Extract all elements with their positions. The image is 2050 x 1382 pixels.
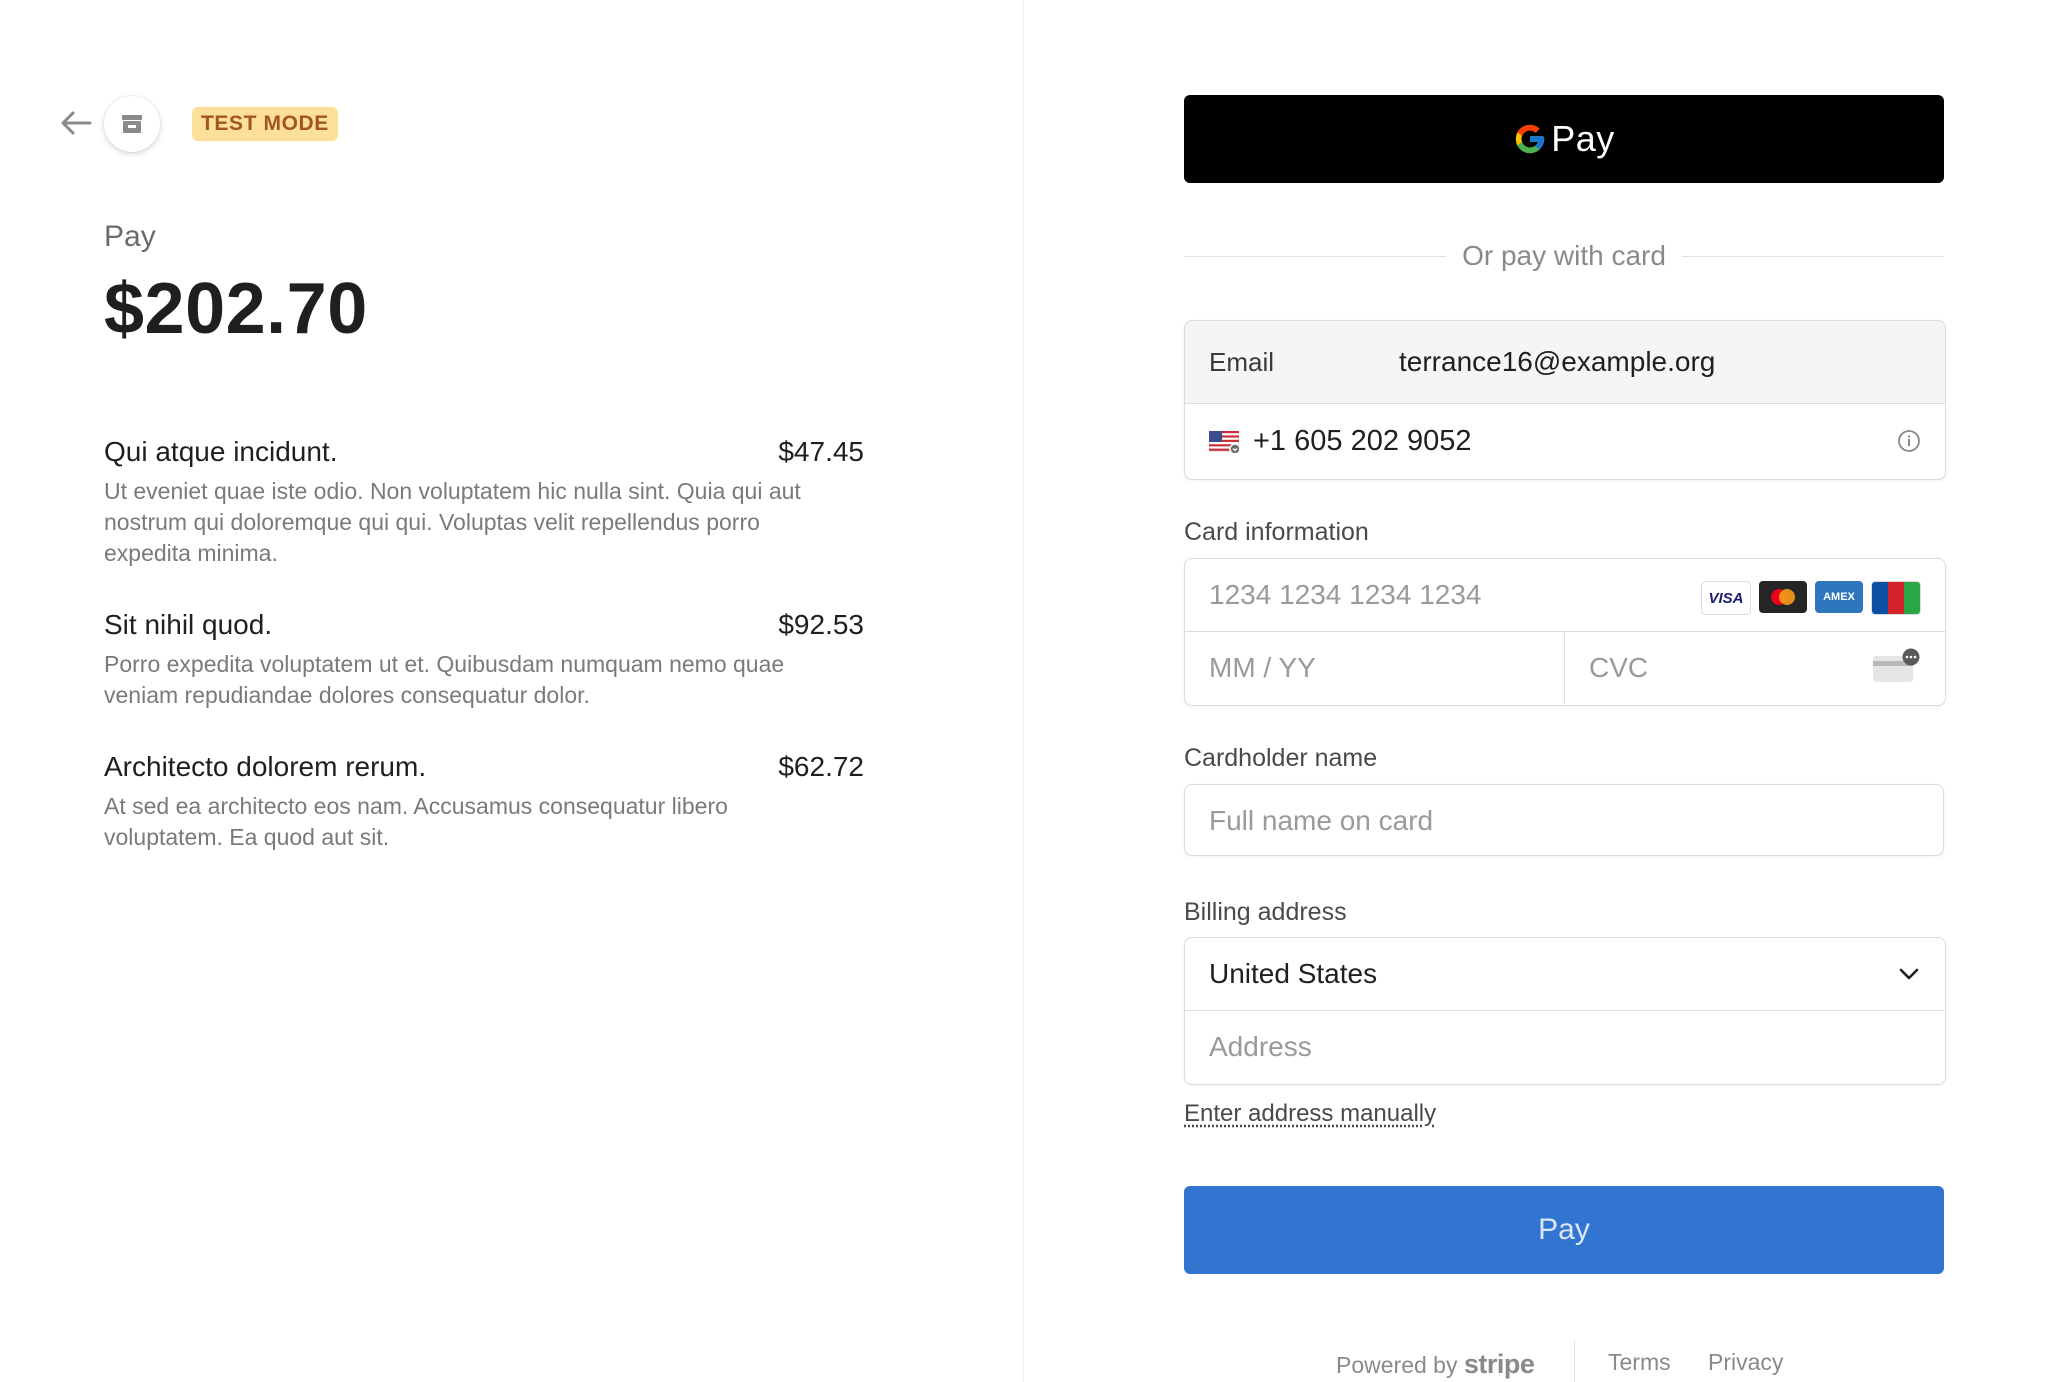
visa-icon: VISA xyxy=(1701,581,1751,615)
store-icon xyxy=(122,115,142,133)
powered-by-stripe[interactable]: Powered by stripe xyxy=(1336,1349,1535,1380)
phone-value[interactable]: +1 605 202 9052 xyxy=(1253,425,1472,458)
email-field[interactable]: Email terrance16@example.org xyxy=(1185,321,1945,404)
line-item: Qui atque incidunt. $47.45 Ut eveniet qu… xyxy=(104,436,864,569)
billing-address-box: United States Address xyxy=(1184,937,1946,1085)
expiry-input[interactable]: MM / YY xyxy=(1185,632,1565,704)
line-item-price: $92.53 xyxy=(778,609,864,640)
card-brand-icons: VISA AMEX xyxy=(1701,581,1921,615)
line-items-list: Qui atque incidunt. $47.45 Ut eveniet qu… xyxy=(104,436,864,893)
info-icon[interactable] xyxy=(1897,429,1921,453)
cardholder-name-label: Cardholder name xyxy=(1184,744,1378,772)
address-placeholder: Address xyxy=(1209,1031,1312,1062)
jcb-icon xyxy=(1871,581,1921,615)
expiry-placeholder: MM / YY xyxy=(1209,652,1316,683)
line-item-price: $62.72 xyxy=(778,751,864,782)
chevron-down-icon xyxy=(1899,968,1919,980)
country-value: United States xyxy=(1209,958,1378,989)
arrow-left-icon[interactable] xyxy=(58,108,94,138)
total-amount: $202.70 xyxy=(104,269,368,349)
line-item: Architecto dolorem rerum. $62.72 At sed … xyxy=(104,751,864,853)
line-item-description: Ut eveniet quae iste odio. Non voluptate… xyxy=(104,478,801,566)
line-item: Sit nihil quod. $92.53 Porro expedita vo… xyxy=(104,609,864,711)
card-number-placeholder: 1234 1234 1234 1234 xyxy=(1209,579,1482,610)
google-pay-label: Pay xyxy=(1551,118,1615,159)
card-number-input[interactable]: 1234 1234 1234 1234 VISA AMEX xyxy=(1185,559,1945,632)
privacy-link[interactable]: Privacy xyxy=(1708,1349,1783,1376)
google-pay-button[interactable]: Pay xyxy=(1184,95,1944,183)
billing-address-label: Billing address xyxy=(1184,898,1347,926)
line-item-name: Qui atque incidunt. xyxy=(104,436,338,467)
line-item-name: Architecto dolorem rerum. xyxy=(104,751,427,782)
pay-label: Pay xyxy=(104,220,156,253)
card-information-label: Card information xyxy=(1184,518,1369,546)
or-divider: Or pay with card xyxy=(1184,236,1945,276)
line-item-name: Sit nihil quod. xyxy=(104,609,273,640)
address-input[interactable]: Address xyxy=(1185,1011,1945,1083)
stripe-logo: stripe xyxy=(1463,1349,1535,1379)
powered-by-text: Powered by xyxy=(1336,1352,1458,1378)
card-information-box: 1234 1234 1234 1234 VISA AMEX MM / YY CV… xyxy=(1184,558,1946,706)
cvc-card-icon xyxy=(1873,648,1920,682)
country-select[interactable]: United States xyxy=(1185,938,1945,1011)
cvc-input[interactable]: CVC xyxy=(1565,632,1945,704)
order-summary-pane: TEST MODE Pay $202.70 Qui atque incidunt… xyxy=(0,0,1024,1382)
amex-icon: AMEX xyxy=(1815,581,1863,613)
terms-link[interactable]: Terms xyxy=(1608,1349,1671,1376)
cardholder-name-placeholder: Full name on card xyxy=(1209,805,1434,836)
email-value[interactable]: terrance16@example.org xyxy=(1399,346,1715,378)
line-item-description: At sed ea architecto eos nam. Accusamus … xyxy=(104,793,728,850)
contact-info-box: Email terrance16@example.org +1 605 202 … xyxy=(1184,320,1946,480)
shop-avatar xyxy=(104,96,160,152)
footer-separator xyxy=(1574,1340,1575,1382)
phone-field[interactable]: +1 605 202 9052 xyxy=(1185,404,1945,479)
google-g-icon xyxy=(1516,124,1545,154)
cvc-placeholder: CVC xyxy=(1589,652,1649,683)
line-item-price: $47.45 xyxy=(778,436,864,467)
line-item-description: Porro expedita voluptatem ut et. Quibusd… xyxy=(104,651,785,708)
enter-address-manually-link[interactable]: Enter address manually xyxy=(1184,1100,1436,1128)
or-pay-with-card-text: Or pay with card xyxy=(1462,240,1666,271)
footer: Powered by stripe Terms Privacy xyxy=(1024,1340,2050,1382)
cardholder-name-input[interactable]: Full name on card xyxy=(1184,784,1944,856)
mastercard-icon xyxy=(1759,581,1807,613)
payment-form-pane: Pay Or pay with card Email terrance16@ex… xyxy=(1024,0,2050,1382)
us-flag-icon[interactable] xyxy=(1209,430,1239,453)
email-label: Email xyxy=(1209,346,1275,377)
pay-button[interactable]: Pay xyxy=(1184,1186,1944,1274)
test-mode-badge: TEST MODE xyxy=(192,107,338,141)
